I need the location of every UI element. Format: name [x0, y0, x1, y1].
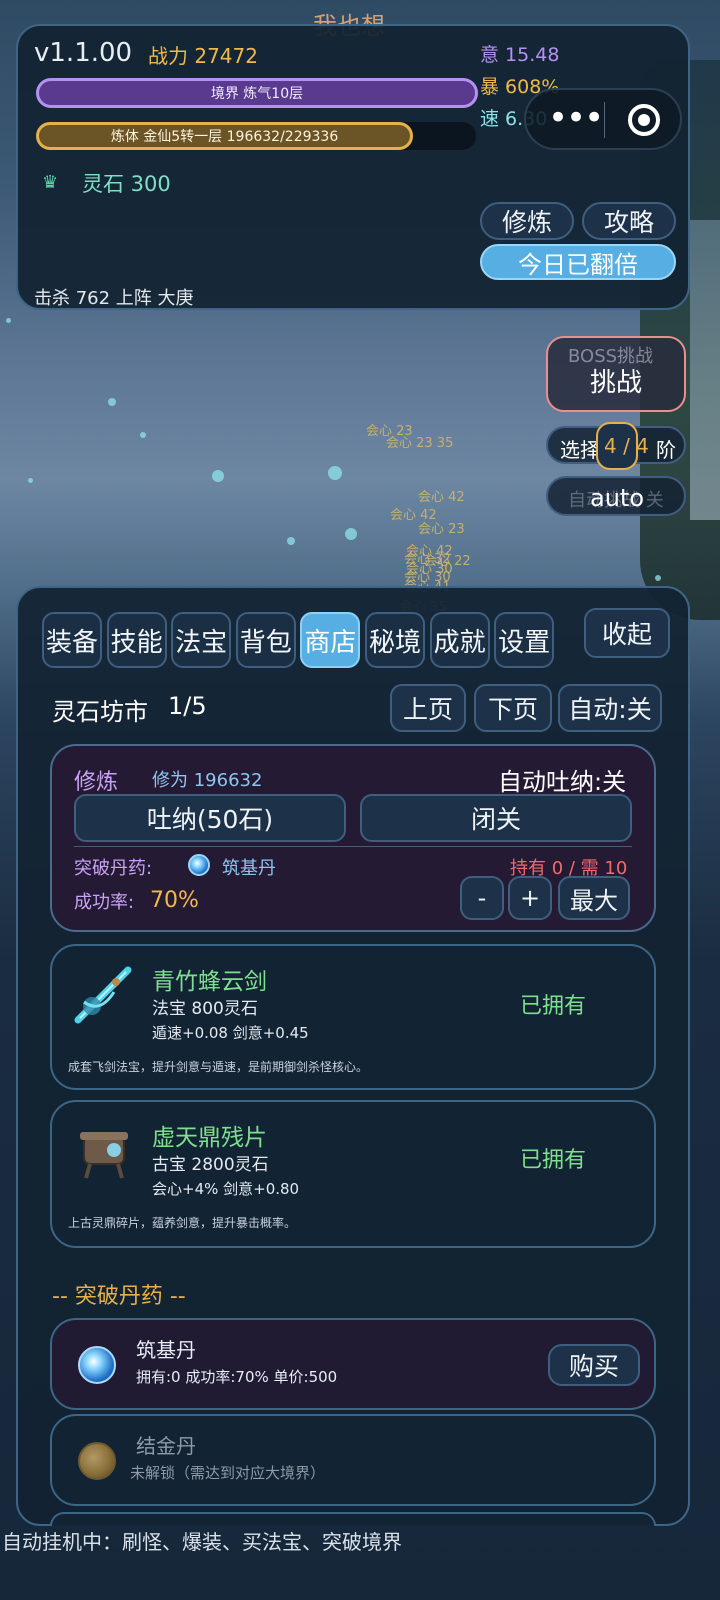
particle [28, 478, 33, 483]
status-header: v1.1.00 战力 27472 意 15.48 暴 608% 速 6.30 境… [16, 24, 690, 310]
realm-bar-label: 境界 炼气10层 [210, 86, 304, 102]
breath-button[interactable]: 吐纳(50石) [74, 794, 346, 842]
tab-1[interactable]: 技能 [106, 612, 167, 668]
body-bar-fill: 炼体 金仙5转一层 196632/229336 [36, 122, 414, 150]
particle [140, 432, 146, 438]
pill-card: 结金丹 未解锁（需达到对应大境界） [50, 1414, 656, 1506]
spirit-stone-count: 灵石 300 [82, 172, 171, 196]
seclusion-button[interactable]: 闭关 [360, 794, 632, 842]
particle [108, 398, 116, 406]
body-bar-track: 炼体 金仙5转一层 196632/229336 [36, 122, 476, 150]
item-name: 虚天鼎残片 [152, 1125, 267, 1151]
cultivate-button[interactable]: 修炼 [480, 202, 574, 240]
item-desc: 成套飞剑法宝，提升剑意与遁速，是前期御剑杀怪核心。 [68, 1060, 369, 1074]
item-desc: 上古灵鼎碎片，蕴养剑意，提升暴击概率。 [68, 1216, 297, 1230]
particle [212, 470, 224, 482]
pill-name: 筑基丹 [222, 858, 276, 879]
stat-yi: 意 15.48 [480, 44, 560, 66]
pill-name: 结金丹 [136, 1434, 196, 1458]
item-stats: 遁速+0.08 剑意+0.45 [152, 1024, 309, 1042]
guide-button[interactable]: 攻略 [582, 202, 676, 240]
boss-challenge-button[interactable]: BOSS挑战 挑战 [546, 336, 686, 412]
particle [287, 537, 295, 545]
tab-3[interactable]: 背包 [235, 612, 296, 668]
taiji-small-icon [188, 854, 210, 876]
body-bar-label: 炼体 金仙5转一层 196632/229336 [110, 129, 339, 145]
tab-6[interactable]: 成就 [429, 612, 490, 668]
pill-name: 筑基丹 [136, 1338, 196, 1362]
auto-challenge-toggle[interactable]: 自动挑战 关 auto [546, 476, 686, 516]
stage-value-label: 4 / 4 [604, 434, 649, 458]
taiji-pill-icon [78, 1346, 116, 1384]
stage-selector: 选择 4 / 4 阶 [546, 422, 686, 470]
background-waterfall [690, 220, 720, 520]
combat-floater-text: 会心 32 [404, 552, 451, 567]
golden-pill-icon [78, 1442, 116, 1480]
next-page-button[interactable]: 下页 [474, 684, 552, 732]
collapse-button[interactable]: 收起 [584, 608, 670, 658]
boss-button-label: 挑战 [590, 368, 643, 398]
kills-label: 击杀 762 上阵 大庚 [34, 288, 194, 309]
particle [328, 466, 342, 480]
item-card[interactable]: 青竹蜂云剑 法宝 800灵石 遁速+0.08 剑意+0.45 已拥有 成套飞剑法… [50, 944, 656, 1090]
stage-select-label: 选择 [560, 438, 600, 462]
combat-floater-text: 会心 23 35 [386, 436, 454, 451]
version-label: v1.1.00 [34, 38, 133, 68]
combat-floater-text: 会心 42 [418, 490, 465, 505]
auto-challenge-label: auto [590, 484, 645, 512]
buy-button[interactable]: 购买 [548, 1344, 640, 1386]
pill-card[interactable]: 筑基丹 拥有:0 成功率:70% 单价:500 购买 [50, 1318, 656, 1410]
daily-double-button[interactable]: 今日已翻倍 [480, 244, 676, 280]
pill-card-partial [50, 1512, 656, 1526]
target-circle-icon[interactable] [628, 104, 660, 136]
shop-auto-button[interactable]: 自动:关 [558, 684, 662, 732]
item-type-price: 古宝 2800灵石 [152, 1155, 269, 1175]
rate-label: 成功率: [74, 892, 135, 913]
pill-section-title: -- 突破丹药 -- [52, 1284, 186, 1309]
plus-button[interactable]: + [508, 876, 552, 920]
minus-button[interactable]: - [460, 876, 504, 920]
cultivation-divider [74, 846, 632, 847]
pill-info: 拥有:0 成功率:70% 单价:500 [136, 1368, 338, 1386]
tab-4[interactable]: 商店 [300, 612, 361, 668]
tab-0[interactable]: 装备 [42, 612, 102, 668]
rate-value: 70% [150, 888, 199, 913]
particle [655, 575, 661, 581]
cultivation-title: 修炼 [74, 770, 119, 795]
item-status: 已拥有 [520, 994, 587, 1019]
auto-breath-toggle[interactable]: 自动吐纳:关 [498, 762, 626, 797]
max-button[interactable]: 最大 [558, 876, 630, 920]
mini-program-capsule: ••• [524, 88, 682, 150]
capsule-divider [604, 102, 605, 138]
tab-7[interactable]: 设置 [494, 612, 555, 668]
sword-icon [70, 962, 136, 1028]
item-name: 青竹蜂云剑 [152, 969, 267, 995]
shop-title: 灵石坊市 [52, 698, 148, 726]
prev-page-button[interactable]: 上页 [390, 684, 466, 732]
item-status: 已拥有 [520, 1148, 587, 1173]
tab-5[interactable]: 秘境 [365, 612, 425, 668]
cauldron-icon [74, 1122, 134, 1182]
combat-floater-text: 会心 42 [390, 508, 437, 523]
realm-bar: 境界 炼气10层 [36, 78, 478, 108]
item-type-price: 法宝 800灵石 [152, 999, 258, 1019]
cultivation-box: 修炼 修为 196632 自动吐纳:关 吐纳(50石) 闭关 突破丹药: 筑基丹… [50, 744, 656, 932]
item-stats: 会心+4% 剑意+0.80 [152, 1180, 300, 1198]
spirit-stone-icon: ♛ [42, 172, 59, 193]
particle [6, 318, 11, 323]
more-dots-icon[interactable]: ••• [548, 98, 604, 138]
particle [345, 528, 357, 540]
footer-status: 自动挂机中：刷怪、爆装、买法宝、突破境界 [2, 1530, 402, 1554]
pill-label: 突破丹药: [74, 858, 153, 879]
shop-page: 1/5 [168, 692, 207, 720]
power-label: 战力 27472 [148, 44, 258, 68]
tab-2[interactable]: 法宝 [171, 612, 232, 668]
xiuwei-label: 修为 196632 [152, 770, 263, 791]
item-card[interactable]: 虚天鼎残片 古宝 2800灵石 会心+4% 剑意+0.80 已拥有 上古灵鼎碎片… [50, 1100, 656, 1248]
stage-suffix: 阶 [656, 438, 676, 462]
pill-info: 未解锁（需达到对应大境界） [130, 1464, 326, 1482]
